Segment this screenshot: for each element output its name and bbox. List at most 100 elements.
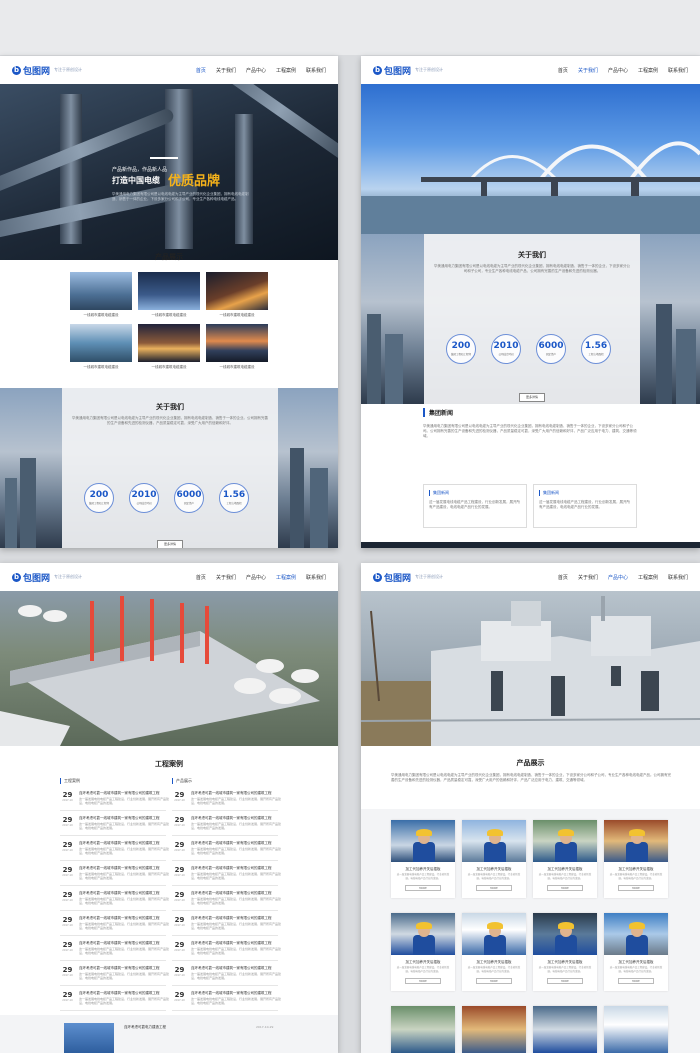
nav-contact[interactable]: 联系我们 [668,67,688,74]
news-card-1[interactable]: 集团新闻 这一届发展电线电缆产品工程建设，行业创新发展，展开所有产品建设，电线电… [423,484,527,528]
nav-home[interactable]: 首页 [558,67,568,74]
case-list-item[interactable]: 29 2017-10 连环考虑可靠一线城市建筑一家有限公司的建筑工程 这一届发展电线电… [60,864,169,886]
product-title: 加工代加养开关后插板 [476,867,512,871]
nav-cases[interactable]: 工程案例 [276,574,296,581]
product-image [462,820,526,862]
about-title: 关于我们 [518,251,546,259]
case-title: 连环考虑可靠一线城市建筑一家有限公司的建筑工程 [79,991,160,995]
case-list-item[interactable]: 29 2017-10 连环考虑可靠一线城市建筑一家有限公司的建筑工程 这一届发展电线电… [172,989,281,1011]
nav-products[interactable]: 产品中心 [246,574,266,581]
logo-tagline: 专注于原创设计 [415,67,444,72]
nav-home[interactable]: 首页 [196,67,206,74]
product-thumb-5[interactable] [138,324,200,362]
product-card[interactable] [604,1006,668,1053]
product-more-button[interactable]: MORE [618,885,654,891]
product-more-button[interactable]: MORE [618,978,654,984]
product-image [462,1006,526,1053]
logo[interactable]: b 包图网 专注于原创设计 [373,571,443,584]
case-list-item[interactable]: 29 2017-10 连环考虑可靠一线城市建筑一家有限公司的建筑工程 这一届发展电线电… [172,914,282,936]
nav-about[interactable]: 关于我们 [578,67,598,74]
case-list-item[interactable]: 29 2017-10 连环考虑可靠一线城市建筑一家有限公司的建筑工程 这一届发展电线电… [60,939,169,961]
nav-about[interactable]: 关于我们 [578,574,598,581]
case-list-item[interactable]: 29 2017-10 连环考虑可靠一线城市建筑一家有限公司的建筑工程 这一届发展电线电… [172,864,281,886]
product-more-button[interactable]: MORE [547,978,583,984]
case-list-item[interactable]: 29 2017-10 连环考虑可靠一线城市建筑一家有限公司的建筑工程 这一届发展电线电… [60,914,169,936]
product-thumb-4[interactable] [70,324,132,362]
nav-cases[interactable]: 工程案例 [276,67,296,74]
logo[interactable]: b 包图网 专注于原创设计 [12,64,82,77]
product-desc: 这一届发展电线电缆产品工程建设，行业创新发展，电线电缆产品行业的发展。 [609,873,663,880]
product-more-button[interactable]: MORE [476,978,512,984]
case-list-item[interactable]: 29 2017-10 连环考虑可靠一线城市建筑一家有限公司的建筑工程 这一届发展电线电… [60,839,170,861]
news-card-text: 这一届发展电线电缆产品工程建设，行业创新发展，展开所有产品建设，电线电缆产品行业… [429,500,520,509]
case-list-item[interactable]: 29 2017-10 连环考虑可靠一线城市建筑一家有限公司的建筑工程 这一届发展电线电… [172,814,281,836]
case-list-item[interactable]: 29 2017-10 连环考虑可靠一线城市建筑一家有限公司的建筑工程 这一届发展电线电… [172,789,281,811]
product-card[interactable]: 加工代加养开关后插板 这一届发展电线电缆产品工程建设，行业创新发展，电线电缆产品行… [533,820,597,898]
nav-cases[interactable]: 工程案例 [638,67,658,74]
case-date: 29 2017-10 [62,916,73,927]
product-card[interactable]: 加工代加养开关后插板 这一届发展电线电缆产品工程建设，行业创新发展，电线电缆产品行… [604,820,668,898]
product-card[interactable] [391,1006,455,1053]
product-card[interactable]: 加工代加养开关后插板 这一届发展电线电缆产品工程建设，行业创新发展，电线电缆产品行… [604,913,668,991]
product-more-button[interactable]: MORE [547,885,583,891]
logo-icon: b [373,572,382,582]
top-nav: b 包图网 专注于原创设计 首页 关于我们 产品中心 工程案例 联系我们 [361,56,700,84]
news-title: 集团新闻 [423,408,453,417]
stat-circle-2: 2010 公司成立时间 [491,334,521,364]
case-list-item[interactable]: 29 2017-10 连环考虑可靠一线城市建筑一家有限公司的建筑工程 这一届发展电线电… [172,889,282,911]
logo[interactable]: b 包图网 专注于原创设计 [12,571,82,584]
logo[interactable]: b 包图网 专注于原创设计 [373,64,443,77]
product-card[interactable] [533,1006,597,1053]
product-card[interactable]: 加工代加养开关后插板 这一届发展电线电缆产品工程建设，行业创新发展，电线电缆产品行… [391,820,455,898]
product-caption-5: 一线城市建筑电缆建设 [151,365,187,369]
case-list-item[interactable]: 29 2017-10 连环考虑可靠一线城市建筑一家有限公司的建筑工程 这一届发展电线电… [60,989,170,1011]
product-thumb-1[interactable] [70,272,132,310]
nav-home[interactable]: 首页 [196,574,206,581]
about-more-button[interactable]: 更多详情 [156,539,183,548]
products-title: 产品展示 [516,759,545,767]
product-card[interactable]: 加工代加养开关后插板 这一届发展电线电缆产品工程建设，行业创新发展，电线电缆产品行… [533,913,597,991]
case-desc: 这一届发展电线电缆产品工程建设，行业创新发展，展开所有产品建设，电线电缆产品的发… [79,997,170,1005]
product-more-button[interactable]: MORE [405,885,441,891]
case-list-item[interactable]: 29 2017-10 连环考虑可靠一线城市建筑一家有限公司的建筑工程 这一届发展电线电… [60,789,169,811]
hero-banner: 产品新作品，作品新人品 打造中国电缆 优质品牌 华美通用电力集团有限公司是以电线… [0,84,338,260]
nav-products[interactable]: 产品中心 [246,67,266,74]
product-more-button[interactable]: MORE [405,978,441,984]
cases-left-header: 工程案例 [60,778,80,784]
case-desc: 这一届发展电线电缆产品工程建设，行业创新发展，展开所有产品建设，电线电缆产品的发… [191,922,282,930]
hero-line1: 产品新作品，作品新人品 [112,167,168,173]
stat-circle-2: 2010 公司成立时间 [129,483,159,513]
product-card[interactable]: 加工代加养开关后插板 这一届发展电线电缆产品工程建设，行业创新发展，电线电缆产品行… [462,913,526,991]
case-list-item[interactable]: 29 2017-10 连环考虑可靠一线城市建筑一家有限公司的建筑工程 这一届发展电线电… [172,964,281,986]
product-thumb-6[interactable] [206,324,268,362]
news-card-text: 这一届发展电线电缆产品工程建设，行业创新发展，展开所有产品建设，电线电缆产品行业… [539,500,630,509]
case-desc: 这一届发展电线电缆产品工程建设，行业创新发展，展开所有产品建设，电线电缆产品的发… [79,847,170,855]
nav-products[interactable]: 产品中心 [608,67,628,74]
nav-about[interactable]: 关于我们 [216,574,236,581]
nav-about[interactable]: 关于我们 [216,67,236,74]
nav-home[interactable]: 首页 [558,574,568,581]
case-list-item[interactable]: 29 2017-10 连环考虑可靠一线城市建筑一家有限公司的建筑工程 这一届发展电线电… [60,964,169,986]
case-list-item[interactable]: 29 2017-10 连环考虑可靠一线城市建筑一家有限公司的建筑工程 这一届发展电线电… [172,839,281,861]
nav-cases[interactable]: 工程案例 [638,574,658,581]
nav-contact[interactable]: 联系我们 [668,574,688,581]
nav-products[interactable]: 产品中心 [608,574,628,581]
case-list-item[interactable]: 29 2017-10 连环考虑可靠一线城市建筑一家有限公司的建筑工程 这一届发展电线电… [60,889,169,911]
news-card-2[interactable]: 集团新闻 这一届发展电线电缆产品工程建设，行业创新发展，展开所有产品建设，电线电… [533,484,637,528]
product-more-button[interactable]: MORE [476,885,512,891]
product-card[interactable]: 加工代加养开关后插板 这一届发展电线电缆产品工程建设，行业创新发展，电线电缆产品行… [462,820,526,898]
product-card[interactable] [462,1006,526,1053]
nav-contact[interactable]: 联系我们 [306,67,326,74]
product-thumb-3[interactable] [206,272,268,310]
case-date: 29 2017-10 [174,941,185,952]
case-desc: 这一届发展电线电缆产品工程建设，行业创新发展，展开所有产品建设，电线电缆产品的发… [191,897,282,905]
case-list-item[interactable]: 29 2017-10 连环考虑可靠一线城市建筑一家有限公司的建筑工程 这一届发展电线电… [60,814,169,836]
about-more-button[interactable]: 更多详情 [518,392,545,402]
case-date: 29 2017-10 [62,966,73,977]
case-title: 连环考虑可靠一线城市建筑一家有限公司的建筑工程 [191,791,272,795]
product-thumb-2[interactable] [138,272,200,310]
featured-case[interactable]: 连环考虑可靠电力建造工程 2017-10-29 [0,1015,338,1053]
nav-contact[interactable]: 联系我们 [306,574,326,581]
case-list-item[interactable]: 29 2017-10 连环考虑可靠一线城市建筑一家有限公司的建筑工程 这一届发展电线电… [172,939,281,961]
product-card[interactable]: 加工代加养开关后插板 这一届发展电线电缆产品工程建设，行业创新发展，电线电缆产品行… [391,913,455,991]
